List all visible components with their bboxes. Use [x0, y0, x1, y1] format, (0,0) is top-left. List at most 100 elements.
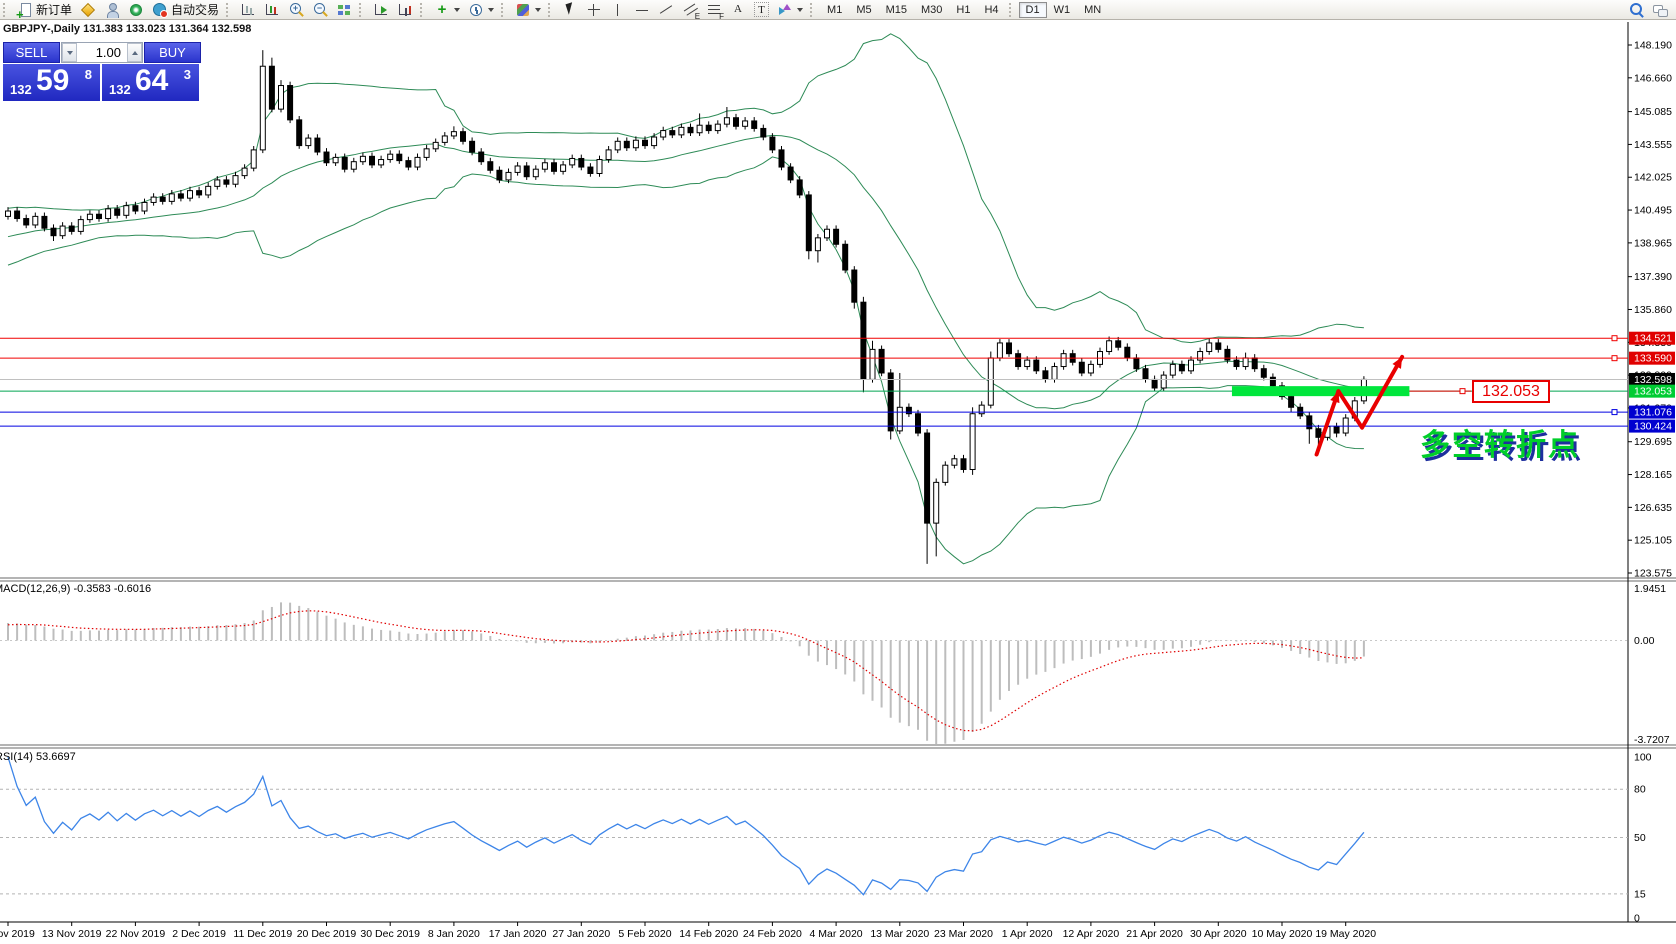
bearish-candle: [1151, 378, 1158, 389]
bearish-candle: [1288, 396, 1295, 408]
bearish-candle: [642, 139, 648, 147]
macd-axis-label: -3.7207: [1634, 734, 1670, 746]
price-tick-label: 145.085: [1634, 106, 1672, 118]
date-tick-label: 2 Dec 2019: [172, 928, 226, 940]
chart-canvas[interactable]: 148.190 146.660 145.085 143.555 142.025 140.4…: [0, 20, 1676, 944]
bullish-candle: [505, 171, 512, 181]
bearish-candle: [159, 196, 166, 202]
macd-axis-label: 0.00: [1634, 635, 1655, 647]
chart-window-button[interactable]: [261, 1, 283, 19]
bullish-candle: [378, 159, 385, 166]
toolbar: 新订单 自动交易 E FAT M1M5M15M30H1H4 D1W1MN: [0, 0, 1676, 21]
price-tick-label: 126.635: [1634, 502, 1672, 514]
shapes-button[interactable]: [774, 1, 806, 19]
crosshair-button[interactable]: [583, 1, 605, 19]
bullish-candle: [1160, 374, 1167, 389]
timeframe-m15-button[interactable]: M15: [879, 2, 914, 18]
price-callout-box[interactable]: 132.053: [1472, 380, 1550, 403]
bearish-candle: [96, 213, 102, 220]
date-tick-label: 27 Jan 2020: [552, 928, 610, 940]
bearish-candle: [460, 131, 466, 142]
macd-indicator-label: MACD(12,26,9) -0.3583 -0.6016: [0, 583, 152, 595]
sell-price-figure: 132: [10, 82, 32, 97]
line-anchor-marker[interactable]: [1611, 355, 1618, 362]
new-chart-button[interactable]: [237, 1, 259, 19]
bearish-candle: [778, 149, 785, 168]
tile-windows-button[interactable]: [333, 1, 355, 19]
timeframe-h4-button[interactable]: H4: [977, 2, 1005, 18]
date-tick-label: 21 Apr 2020: [1126, 928, 1183, 940]
toolbar-grip: [548, 2, 554, 17]
volume-increase-button[interactable]: [127, 43, 142, 62]
rsi-axis-label: 15: [1634, 888, 1646, 900]
timeframe-m30-button[interactable]: M30: [914, 2, 949, 18]
bullish-candle: [696, 124, 703, 134]
fibonacci-button[interactable]: F: [703, 1, 725, 21]
bearish-candle: [733, 117, 739, 127]
text-label-button[interactable]: T: [751, 1, 772, 19]
equidistant-channel-button[interactable]: E: [679, 1, 701, 21]
search-button[interactable]: [1625, 1, 1647, 19]
bearish-candle: [1306, 415, 1313, 430]
volume-decrease-button[interactable]: [62, 43, 77, 62]
dropdown-caret-icon[interactable]: [454, 7, 461, 12]
bullish-candle: [278, 85, 284, 110]
bearish-candle: [842, 243, 849, 271]
trendline-button[interactable]: [655, 1, 677, 19]
bullish-candle: [723, 117, 730, 125]
timeframe-w1-button[interactable]: W1: [1047, 2, 1078, 18]
cursor-button[interactable]: [559, 1, 581, 19]
bearish-candle: [860, 301, 867, 380]
zoom-out-button[interactable]: [309, 1, 331, 19]
bearish-candle: [405, 160, 412, 168]
bearish-candle: [551, 162, 557, 172]
line-anchor-marker[interactable]: [1611, 409, 1618, 416]
new-order-button-label: 新订单: [36, 3, 73, 17]
timeframe-m1-button[interactable]: M1: [820, 2, 849, 18]
periods-button[interactable]: [465, 1, 497, 19]
timeframe-mn-button[interactable]: MN: [1077, 2, 1108, 18]
community-button[interactable]: [1649, 1, 1671, 19]
new-order-icon: [16, 2, 33, 21]
bullish-candle: [214, 179, 221, 187]
timeframe-m5-button[interactable]: M5: [849, 2, 878, 18]
tiles-icon: [336, 2, 352, 18]
toolbar-right-buttons: [1624, 1, 1672, 19]
bullish-candle: [678, 126, 685, 136]
profile-button[interactable]: [101, 1, 123, 19]
new-order-button[interactable]: 新订单: [14, 1, 75, 21]
text-a-icon: A: [734, 2, 742, 15]
chart-shift-button[interactable]: [394, 1, 416, 19]
sell-button[interactable]: SELL: [3, 42, 60, 63]
dropdown-caret-icon[interactable]: [488, 7, 495, 12]
pivot-annotation[interactable]: 多空转折点: [1420, 420, 1580, 464]
bearish-candle: [687, 126, 694, 134]
bullish-candle: [1188, 359, 1194, 372]
bearish-candle: [887, 372, 894, 432]
bullish-candle: [714, 123, 721, 132]
vertical-line-button[interactable]: [607, 1, 629, 19]
signals-button[interactable]: [125, 1, 147, 19]
metaeditor-button[interactable]: [77, 1, 99, 19]
sell-price[interactable]: 132 59 8: [3, 64, 100, 101]
line-anchor-marker[interactable]: [1611, 335, 1618, 342]
auto-scroll-button[interactable]: [370, 1, 392, 19]
bearish-candle: [578, 157, 585, 168]
text-button[interactable]: A: [727, 1, 749, 19]
buy-price[interactable]: 132 64 3: [102, 64, 199, 101]
autotrading-button[interactable]: 自动交易: [149, 1, 222, 19]
bearish-candle: [1078, 361, 1085, 374]
timeframe-d1-button[interactable]: D1: [1018, 1, 1047, 18]
dropdown-caret-icon[interactable]: [797, 7, 804, 12]
dropdown-caret-icon[interactable]: [535, 7, 542, 12]
callout-anchor-marker[interactable]: [1459, 388, 1466, 395]
indicators-button[interactable]: [431, 1, 463, 19]
channel-icon: E: [682, 2, 700, 21]
price-tick-label: 148.190: [1634, 40, 1672, 52]
buy-button[interactable]: BUY: [144, 42, 201, 63]
horizontal-line-button[interactable]: [631, 1, 653, 19]
zoom-in-button[interactable]: [285, 1, 307, 19]
chart-type-button[interactable]: [512, 1, 544, 19]
volume-input[interactable]: 1.00: [77, 43, 127, 62]
timeframe-h1-button[interactable]: H1: [949, 2, 977, 18]
